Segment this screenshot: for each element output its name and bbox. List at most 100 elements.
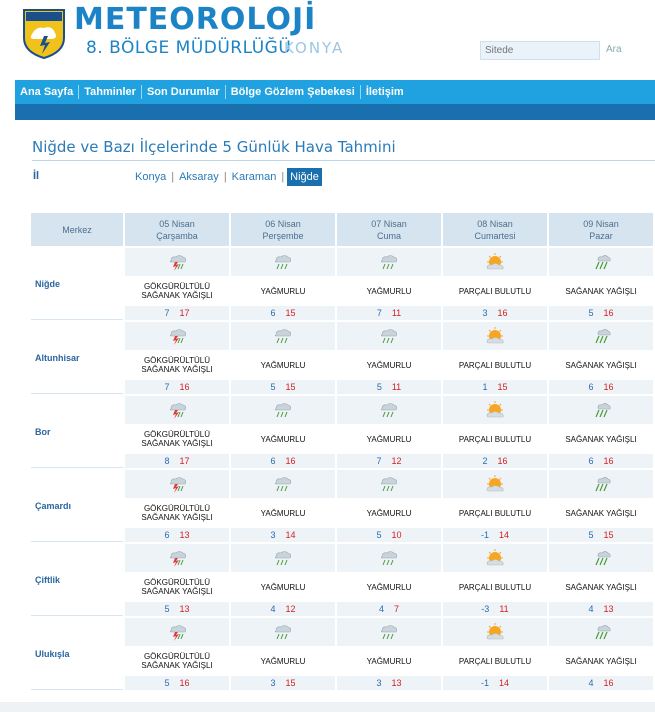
min-temp: 5 — [588, 530, 594, 540]
forecast-desc: GÖKGÜRÜLTÜLÜ SAĞANAK YAĞIŞLI — [125, 498, 229, 528]
temp-cell: 5 16 — [549, 306, 653, 320]
station-row: Çamardı — [31, 470, 653, 542]
temp-cell: 3 16 — [443, 306, 547, 320]
forecast-desc: YAĞMURLU — [337, 498, 441, 528]
temp-cell: -1 14 — [443, 676, 547, 690]
weather-icon-cell — [231, 322, 335, 350]
day-weekday: Pazar — [589, 230, 613, 241]
day-weekday: Cuma — [376, 230, 401, 241]
max-temp: 16 — [497, 456, 508, 466]
forecast-desc-line1: SAĞANAK YAĞIŞLI — [565, 508, 637, 518]
shower-icon — [590, 623, 612, 640]
temp-cell: 8 17 — [125, 454, 229, 468]
forecast-desc: PARÇALI BULUTLU — [443, 350, 547, 380]
weather-icon-cell — [125, 396, 229, 424]
min-temp: 1 — [482, 382, 488, 392]
min-temp: 3 — [482, 308, 488, 318]
search-input[interactable] — [480, 41, 600, 60]
search-button[interactable]: Ara — [606, 44, 622, 55]
day-header: 08 Nisan Cumartesi — [443, 213, 547, 246]
max-temp: 16 — [179, 678, 190, 688]
station-desc-row: GÖKGÜRÜLTÜLÜ SAĞANAK YAĞIŞLI YAĞMURLU YAĞMU… — [31, 646, 653, 676]
forecast-desc: PARÇALI BULUTLU — [443, 572, 547, 602]
thunder-rain-icon — [166, 623, 188, 641]
temp-cell: 3 13 — [337, 676, 441, 690]
city-link-konya[interactable]: Konya — [133, 169, 168, 185]
nav-sub-strip — [15, 104, 655, 120]
partly-cloudy-icon — [484, 253, 506, 270]
partly-cloudy-icon — [484, 549, 506, 566]
forecast-desc-line2: SAĞANAK YAĞIŞLI — [141, 661, 213, 670]
city-link-karaman[interactable]: Karaman — [230, 169, 279, 185]
station-desc-row: GÖKGÜRÜLTÜLÜ SAĞANAK YAĞIŞLI YAĞMURLU YAĞMU… — [31, 350, 653, 380]
forecast-desc: PARÇALI BULUTLU — [443, 498, 547, 528]
forecast-desc: PARÇALI BULUTLU — [443, 276, 547, 306]
station-row: Çiftlik — [31, 544, 653, 616]
nav-item-bolge-gozlem[interactable]: Bölge Gözlem Şebekesi — [226, 85, 361, 99]
weather-icon-cell — [443, 322, 547, 350]
forecast-desc-line1: YAĞMURLU — [260, 656, 306, 666]
min-temp: 7 — [376, 308, 382, 318]
temp-cell: 7 12 — [337, 454, 441, 468]
temp-cell: 6 16 — [231, 454, 335, 468]
station-name: Ulukışla — [31, 618, 123, 690]
rain-icon — [272, 623, 294, 640]
nav-item-iletisim[interactable]: İletişim — [361, 85, 409, 99]
weather-icon-cell — [231, 396, 335, 424]
weather-icon-cell — [443, 470, 547, 498]
weather-icon-cell — [549, 544, 653, 572]
site-header: METEOROLOJİ 8. BÖLGE MÜDÜRLÜĞÜ KONYA Ara — [0, 0, 655, 80]
max-temp: 13 — [179, 604, 190, 614]
max-temp: 13 — [391, 678, 402, 688]
temp-cell: 4 12 — [231, 602, 335, 616]
station-row: Niğde — [31, 248, 653, 320]
forecast-desc-line1: YAĞMURLU — [260, 360, 306, 370]
max-temp: 13 — [179, 530, 190, 540]
forecast-desc: GÖKGÜRÜLTÜLÜ SAĞANAK YAĞIŞLI — [125, 646, 229, 676]
forecast-desc-line1: GÖKGÜRÜLTÜLÜ — [143, 282, 211, 291]
min-temp: 5 — [376, 382, 382, 392]
temp-cell: 6 16 — [549, 454, 653, 468]
max-temp: 15 — [603, 530, 614, 540]
min-temp: 5 — [588, 308, 594, 318]
min-temp: 4 — [588, 678, 594, 688]
partly-cloudy-icon — [484, 623, 506, 640]
forecast-desc-line1: YAĞMURLU — [366, 434, 412, 444]
min-temp: 6 — [164, 530, 170, 540]
forecast-desc-line2: SAĞANAK YAĞIŞLI — [141, 587, 213, 596]
forecast-desc: YAĞMURLU — [231, 276, 335, 306]
temp-cell: -3 11 — [443, 602, 547, 616]
min-temp: 7 — [376, 456, 382, 466]
weather-icon-cell — [549, 618, 653, 646]
forecast-desc-line1: SAĞANAK YAĞIŞLI — [565, 434, 637, 444]
logo-emblem-icon[interactable] — [22, 8, 66, 60]
station-row: Altunhisar — [31, 322, 653, 394]
min-temp: 4 — [588, 604, 594, 614]
weather-icon-cell — [337, 618, 441, 646]
forecast-desc-line1: PARÇALI BULUTLU — [458, 286, 532, 296]
footer-bar — [0, 702, 655, 712]
station-name: Çiftlik — [31, 544, 123, 616]
brand-title[interactable]: METEOROLOJİ — [74, 2, 316, 37]
city-link-nigde[interactable]: Niğde — [287, 168, 322, 186]
nav-item-ana-sayfa[interactable]: Ana Sayfa — [15, 85, 80, 99]
nav-item-tahminler[interactable]: Tahminler — [79, 85, 142, 99]
min-temp: 8 — [164, 456, 170, 466]
forecast-desc: GÖKGÜRÜLTÜLÜ SAĞANAK YAĞIŞLI — [125, 572, 229, 602]
temp-cell: 5 10 — [337, 528, 441, 542]
forecast-desc-line1: YAĞMURLU — [366, 582, 412, 592]
weather-icon-cell — [337, 322, 441, 350]
station-name: Çamardı — [31, 470, 123, 542]
city-separator: | — [281, 171, 285, 183]
weather-icon-cell — [443, 618, 547, 646]
city-separator: | — [171, 171, 175, 183]
rain-icon — [378, 327, 400, 344]
station-row: Ulukışla — [31, 618, 653, 690]
forecast-desc: YAĞMURLU — [231, 350, 335, 380]
forecast-desc-line1: YAĞMURLU — [260, 508, 306, 518]
nav-item-son-durumlar[interactable]: Son Durumlar — [142, 85, 226, 99]
forecast-desc: PARÇALI BULUTLU — [443, 424, 547, 454]
forecast-desc-line1: GÖKGÜRÜLTÜLÜ — [143, 430, 211, 439]
thunder-rain-icon — [166, 475, 188, 493]
city-link-aksaray[interactable]: Aksaray — [177, 169, 221, 185]
